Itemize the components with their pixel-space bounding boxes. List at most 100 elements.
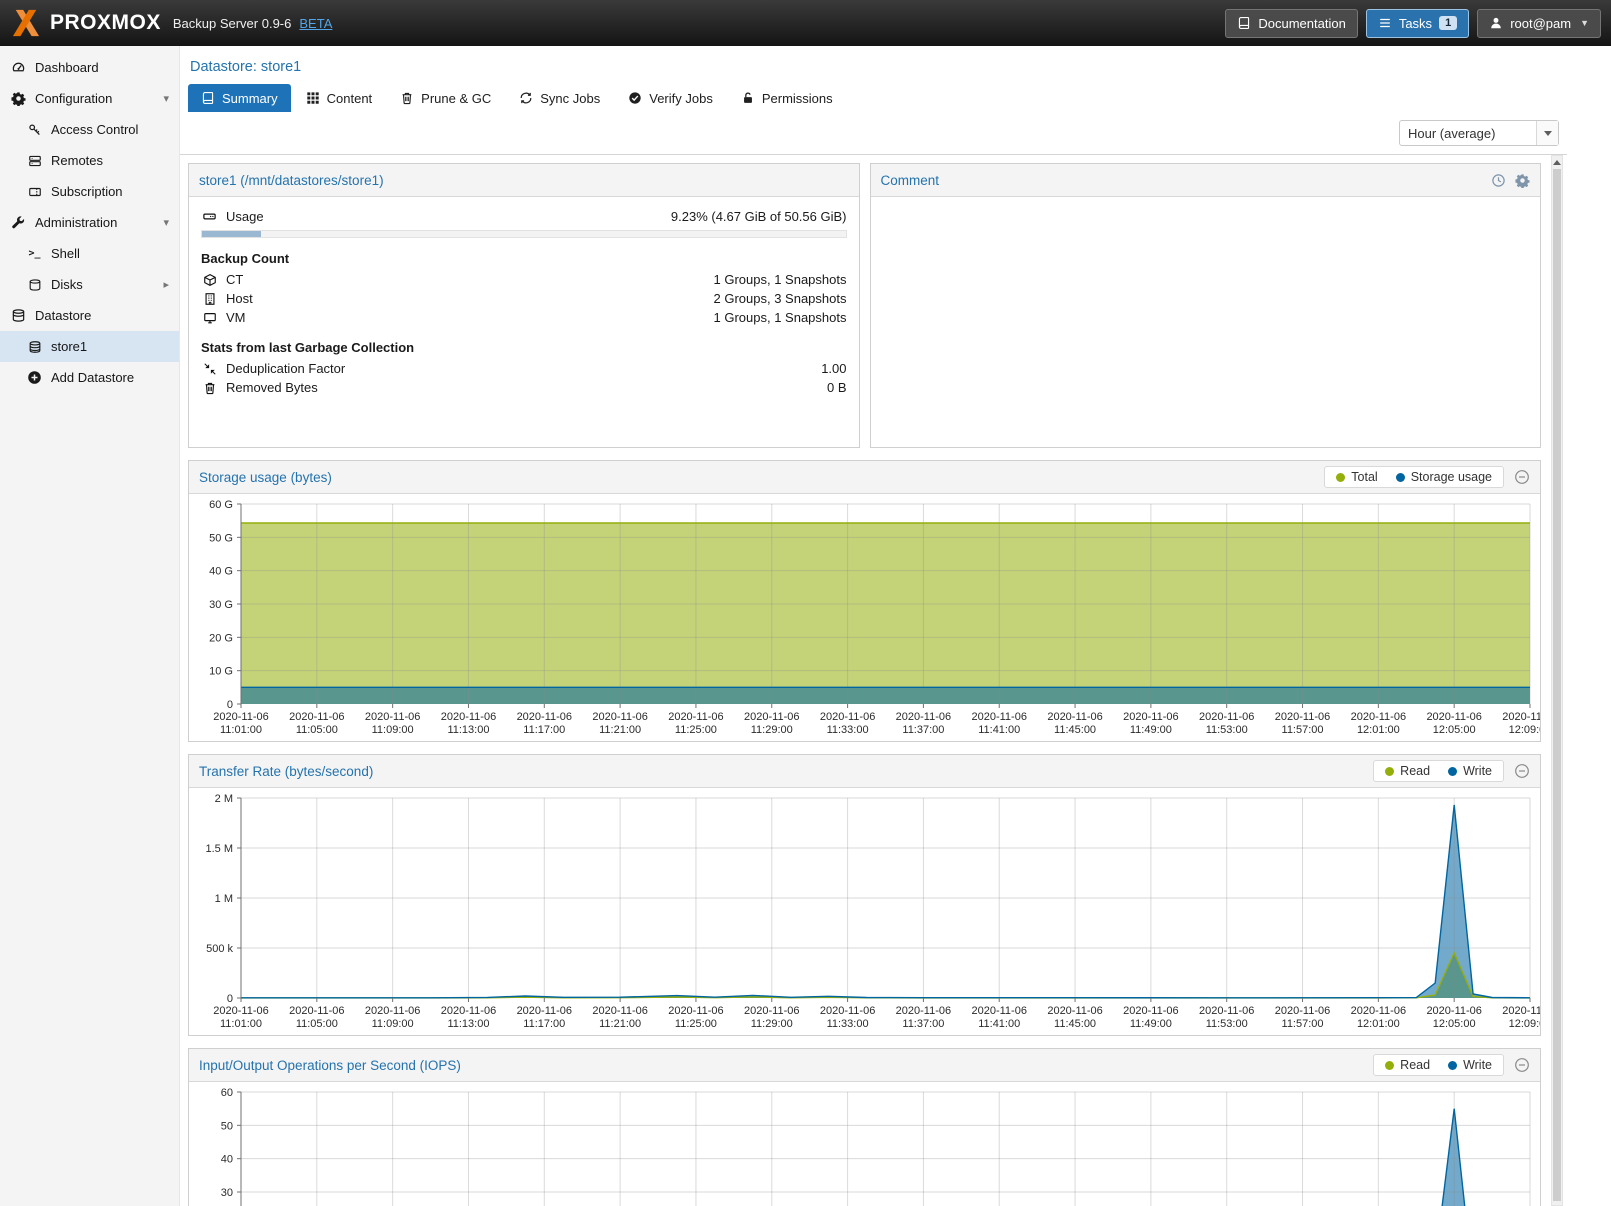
svg-text:11:53:00: 11:53:00 (1206, 724, 1248, 736)
svg-text:2 M: 2 M (215, 793, 233, 805)
tab-sync-jobs[interactable]: Sync Jobs (506, 84, 613, 112)
svg-text:2020-11-06: 2020-11-06 (896, 711, 951, 723)
tab-prune-gc[interactable]: Prune & GC (387, 84, 504, 112)
clock-icon[interactable] (1491, 173, 1506, 188)
chevron-right-icon[interactable]: ▸ (163, 278, 169, 291)
legend-item-read[interactable]: Read (1385, 1058, 1430, 1072)
svg-text:2020-11-06: 2020-11-06 (441, 711, 496, 723)
chevron-down-icon[interactable] (1536, 121, 1558, 145)
sidebar-item-shell[interactable]: >_ Shell (0, 238, 179, 269)
svg-text:30 G: 30 G (209, 599, 233, 611)
legend-label: Read (1400, 1058, 1430, 1072)
header-actions: Documentation Tasks 1 root@pam ▼ (1225, 9, 1601, 38)
panel-title: Transfer Rate (bytes/second) (199, 764, 373, 779)
datastore-summary-panel: store1 (/mnt/datastores/store1) Usage 9.… (188, 163, 860, 448)
scrollbar-thumb[interactable] (1553, 169, 1561, 1201)
svg-text:11:01:00: 11:01:00 (220, 1018, 262, 1030)
sidebar-item-access-control[interactable]: Access Control (0, 114, 179, 145)
svg-text:2020-11-06: 2020-11-06 (668, 711, 723, 723)
tab-bar: Summary Content Prune & GC Sync Jobs (180, 80, 1611, 112)
user-label: root@pam (1510, 16, 1571, 31)
legend-item-write[interactable]: Write (1448, 1058, 1492, 1072)
svg-text:11:25:00: 11:25:00 (675, 724, 717, 736)
collapse-minus-icon[interactable] (1514, 469, 1530, 485)
svg-text:2020-11-06: 2020-11-06 (517, 1005, 572, 1017)
usage-row: Usage 9.23% (4.67 GiB of 50.56 GiB) (201, 203, 847, 229)
tab-label: Content (327, 91, 373, 106)
user-menu-button[interactable]: root@pam ▼ (1477, 9, 1601, 38)
tab-label: Summary (222, 91, 278, 106)
storage-usage-chart-panel: Storage usage (bytes) Total Storage usag… (188, 460, 1541, 742)
svg-text:11:33:00: 11:33:00 (827, 1018, 869, 1030)
chevron-down-icon[interactable]: ▾ (163, 92, 169, 105)
svg-text:11:13:00: 11:13:00 (447, 724, 489, 736)
svg-text:2020-11-06: 2020-11-06 (1275, 711, 1330, 723)
documentation-button[interactable]: Documentation (1225, 9, 1357, 38)
timeframe-combobox[interactable]: Hour (average) (1399, 120, 1559, 146)
wrench-icon (10, 215, 27, 230)
gear-icon[interactable] (1515, 173, 1530, 188)
timeframe-value: Hour (average) (1400, 126, 1536, 141)
tasks-button[interactable]: Tasks 1 (1366, 9, 1469, 38)
collapse-minus-icon[interactable] (1514, 1057, 1530, 1073)
tab-content[interactable]: Content (293, 84, 386, 112)
server-icon (26, 154, 43, 168)
chart-toolbar: Hour (average) (180, 112, 1567, 155)
svg-text:11:45:00: 11:45:00 (1054, 724, 1096, 736)
svg-text:1.5 M: 1.5 M (205, 843, 233, 855)
legend-item-write[interactable]: Write (1448, 764, 1492, 778)
tab-permissions[interactable]: Permissions (728, 84, 846, 112)
tab-label: Verify Jobs (649, 91, 713, 106)
usage-value: 9.23% (4.67 GiB of 50.56 GiB) (671, 209, 847, 224)
svg-text:2020-11-06: 2020-11-06 (820, 711, 875, 723)
collapse-minus-icon[interactable] (1514, 763, 1530, 779)
plus-circle-icon (26, 370, 43, 385)
trash-icon (201, 381, 218, 395)
vertical-scrollbar[interactable] (1551, 155, 1563, 1206)
svg-text:11:57:00: 11:57:00 (1282, 724, 1324, 736)
cube-icon (201, 273, 218, 287)
sidebar-item-store1[interactable]: store1 (0, 331, 179, 362)
tab-label: Prune & GC (421, 91, 491, 106)
svg-text:12:01:00: 12:01:00 (1357, 724, 1400, 736)
sidebar-item-subscription[interactable]: Subscription (0, 176, 179, 207)
tab-summary[interactable]: Summary (188, 84, 291, 112)
svg-text:11:37:00: 11:37:00 (902, 724, 944, 736)
tab-verify-jobs[interactable]: Verify Jobs (615, 84, 726, 112)
panel-header: Storage usage (bytes) Total Storage usag… (189, 461, 1540, 494)
legend-item-read[interactable]: Read (1385, 764, 1430, 778)
sidebar-item-label: Remotes (51, 153, 103, 168)
row-label: CT (226, 272, 243, 287)
sidebar-item-label: Disks (51, 277, 83, 292)
sidebar-item-add-datastore[interactable]: Add Datastore (0, 362, 179, 393)
legend-item-storage-usage[interactable]: Storage usage (1396, 470, 1492, 484)
proxmox-logo-icon (10, 9, 42, 37)
chevron-down-icon[interactable]: ▾ (163, 216, 169, 229)
svg-text:1 M: 1 M (215, 893, 233, 905)
sidebar-item-disks[interactable]: Disks ▸ (0, 269, 179, 300)
legend-label: Total (1351, 470, 1377, 484)
comment-content[interactable] (871, 197, 1541, 209)
scroll-up-arrow[interactable] (1552, 156, 1562, 169)
legend-dot (1396, 473, 1405, 482)
legend-label: Read (1400, 764, 1430, 778)
scroll-region: store1 (/mnt/datastores/store1) Usage 9.… (180, 155, 1611, 1206)
svg-text:2020-11-06: 2020-11-06 (1275, 1005, 1330, 1017)
svg-text:2020-11-06: 2020-11-06 (289, 1005, 344, 1017)
sidebar-item-label: Add Datastore (51, 370, 134, 385)
legend-item-total[interactable]: Total (1336, 470, 1377, 484)
sidebar-item-dashboard[interactable]: Dashboard (0, 52, 179, 83)
sidebar-item-datastore[interactable]: Datastore (0, 300, 179, 331)
sidebar-item-configuration[interactable]: Configuration ▾ (0, 83, 179, 114)
svg-text:11:09:00: 11:09:00 (372, 724, 414, 736)
row-value: 0 B (827, 380, 847, 395)
dashboard-icon (10, 60, 27, 75)
svg-text:2020-11-06: 2020-11-06 (592, 711, 647, 723)
sidebar-item-administration[interactable]: Administration ▾ (0, 207, 179, 238)
sidebar-item-remotes[interactable]: Remotes (0, 145, 179, 176)
legend-dot (1385, 767, 1394, 776)
key-icon (26, 123, 43, 137)
removed-bytes-row: Removed Bytes 0 B (201, 378, 847, 397)
ct-row: CT 1 Groups, 1 Snapshots (201, 270, 847, 289)
beta-link[interactable]: BETA (299, 16, 332, 31)
